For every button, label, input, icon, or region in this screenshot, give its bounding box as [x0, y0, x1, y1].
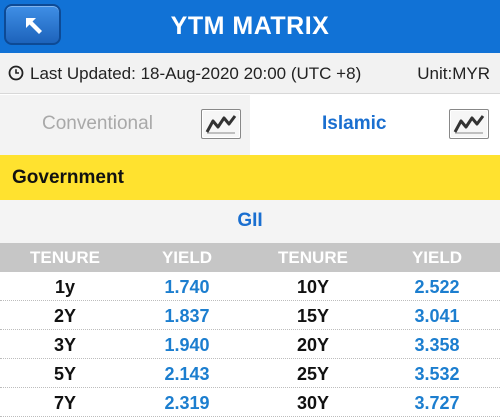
yield-cell: 3.532	[414, 364, 460, 384]
yield-cell: 2.143	[164, 364, 210, 384]
page-title: YTM MATRIX	[170, 12, 330, 40]
subsection-label: GII	[237, 210, 263, 231]
tab-islamic[interactable]: Islamic	[250, 95, 500, 155]
section-label: Government	[12, 167, 124, 188]
tenure-cell: 5Y	[53, 364, 77, 384]
tab-islamic-label: Islamic	[322, 113, 387, 134]
tenure-cell: 3Y	[53, 335, 77, 355]
islamic-chart-button[interactable]	[449, 109, 489, 139]
unit-label: Unit:MYR	[417, 64, 490, 83]
info-bar: Last Updated: 18-Aug-2020 20:00 (UTC +8)…	[0, 53, 500, 94]
table-row: 1y 1.740 10Y 2.522	[0, 272, 500, 301]
line-chart-icon	[453, 115, 485, 134]
yield-cell: 2.319	[164, 393, 210, 413]
yield-cell: 1.837	[164, 306, 210, 326]
yield-table: 1y 1.740 10Y 2.522 2Y 1.837 15Y 3.041 3Y…	[0, 272, 500, 417]
tenure-cell: 15Y	[296, 306, 330, 326]
subsection-header: GII	[0, 200, 500, 243]
tab-conventional[interactable]: Conventional	[0, 95, 250, 155]
table-row: 5Y 2.143 25Y 3.532	[0, 359, 500, 388]
tenure-cell: 7Y	[53, 393, 77, 413]
section-header: Government	[0, 155, 500, 200]
table-row: 2Y 1.837 15Y 3.041	[0, 301, 500, 330]
table-header: TENURE YIELD TENURE YIELD	[0, 243, 500, 272]
table-row: 3Y 1.940 20Y 3.358	[0, 330, 500, 359]
yield-cell: 3.727	[414, 393, 460, 413]
tenure-cell: 2Y	[53, 306, 77, 326]
tenure-cell: 10Y	[296, 277, 330, 297]
yield-cell: 2.522	[414, 277, 460, 297]
tenure-cell: 25Y	[296, 364, 330, 384]
conventional-chart-button[interactable]	[201, 109, 241, 139]
column-header-tenure: TENURE	[30, 248, 100, 267]
column-header-tenure: TENURE	[278, 248, 348, 267]
yield-cell: 3.358	[414, 335, 460, 355]
yield-cell: 3.041	[414, 306, 460, 326]
tenure-cell: 1y	[54, 277, 76, 297]
tenure-cell: 20Y	[296, 335, 330, 355]
market-tabs: Conventional Islamic	[0, 95, 500, 155]
clock-icon	[8, 65, 24, 81]
table-row: 7Y 2.319 30Y 3.727	[0, 388, 500, 417]
yield-cell: 1.740	[164, 277, 210, 297]
tab-conventional-label: Conventional	[42, 113, 153, 134]
column-header-yield: YIELD	[411, 248, 463, 267]
last-updated-text: Last Updated: 18-Aug-2020 20:00 (UTC +8)	[30, 64, 362, 83]
column-header-yield: YIELD	[161, 248, 213, 267]
line-chart-icon	[205, 115, 237, 134]
yield-cell: 1.940	[164, 335, 210, 355]
app-header: YTM MATRIX	[0, 0, 500, 53]
tenure-cell: 30Y	[296, 393, 330, 413]
